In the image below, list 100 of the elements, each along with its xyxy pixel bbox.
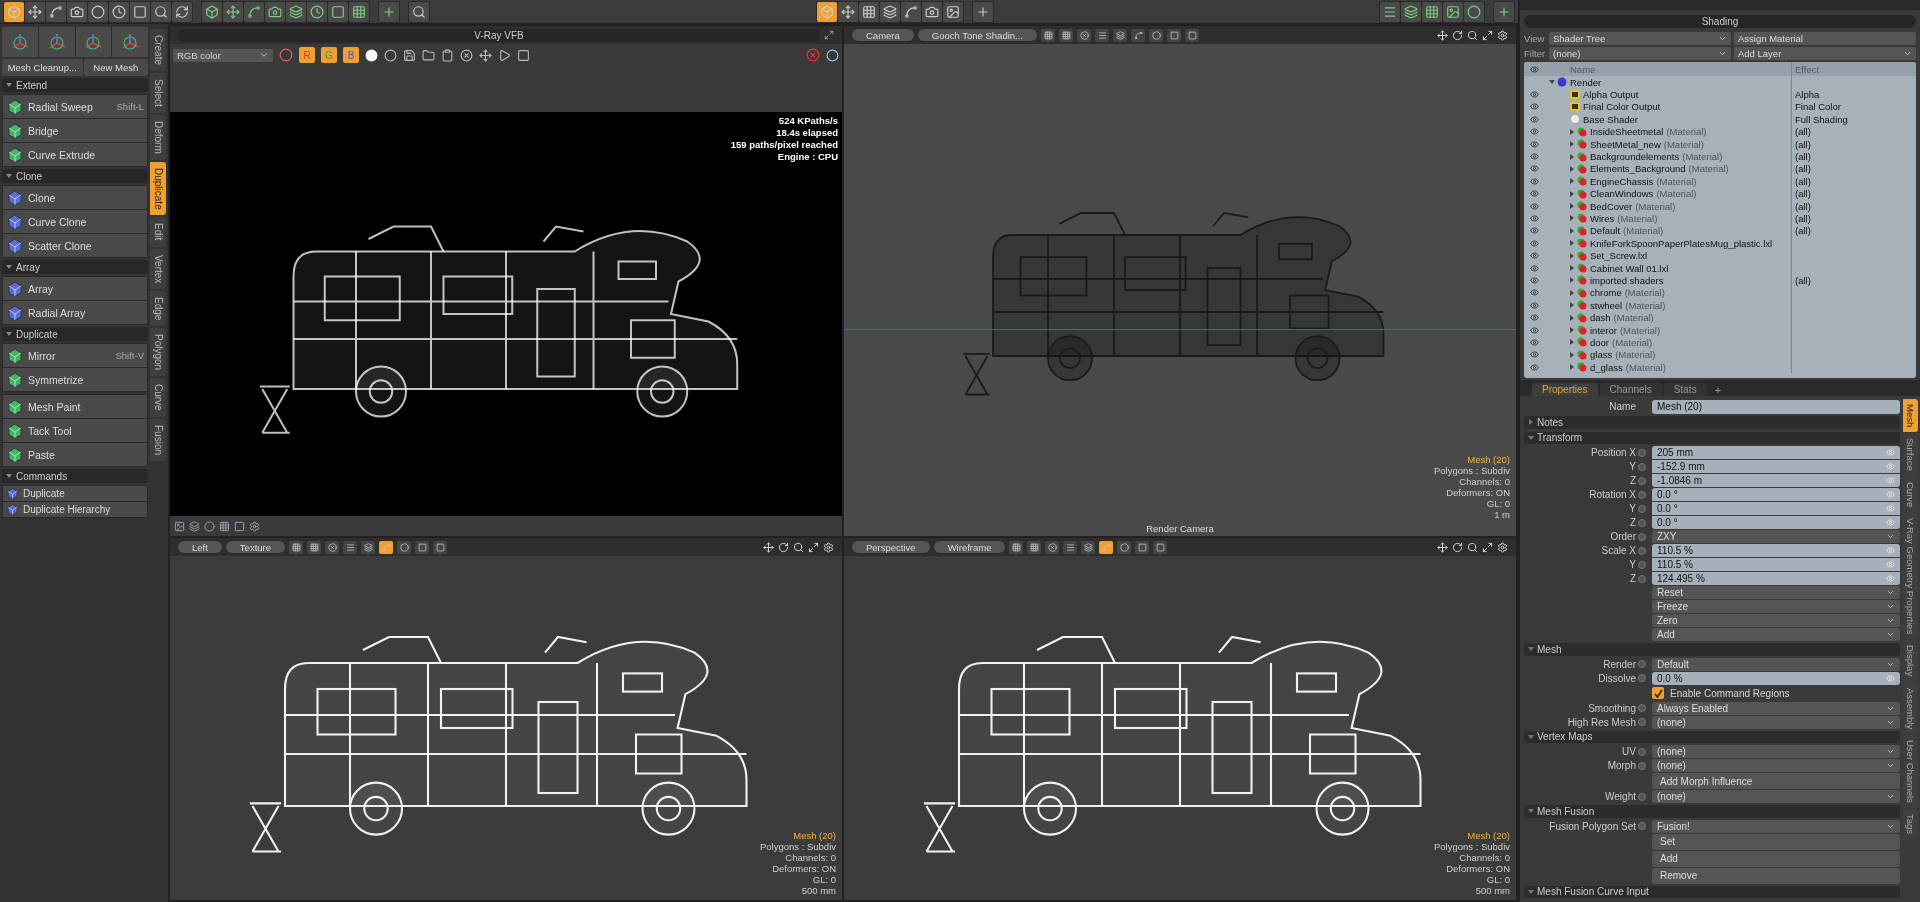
keyframe-dot-icon[interactable] (1638, 476, 1646, 485)
keyframe-dot-icon[interactable] (1638, 704, 1646, 712)
add-icon[interactable] (1494, 1, 1514, 22)
dropdown-field[interactable]: Fusion! (1652, 819, 1900, 833)
panel-tab[interactable]: Channels (1599, 383, 1662, 396)
transform-mode-button[interactable] (112, 27, 148, 57)
view-control-icon[interactable] (1497, 29, 1508, 41)
tool-mode-icon[interactable] (130, 1, 150, 22)
shader-tree-row[interactable]: dash (Material) (1524, 311, 1916, 324)
toolbox-tab[interactable]: Create (150, 29, 166, 71)
tool-button[interactable]: Duplicate (3, 486, 147, 501)
expand-arrow-icon[interactable] (1570, 153, 1574, 160)
dropdown-field[interactable]: (none) (1652, 790, 1900, 803)
expand-arrow-icon[interactable] (1570, 227, 1574, 234)
layout-icon[interactable] (942, 1, 963, 22)
visibility-eye-icon[interactable] (1530, 201, 1539, 211)
toolbar-icon[interactable] (1380, 1, 1400, 22)
property-section-header[interactable]: Transform (1524, 431, 1900, 444)
toolbar-icon[interactable] (286, 1, 306, 22)
visibility-eye-icon[interactable] (1530, 114, 1539, 124)
viewport-tool-icon[interactable] (1167, 28, 1181, 42)
shader-tree-row[interactable]: Elements_Background (Material) (all) (1524, 162, 1916, 176)
expand-arrow-icon[interactable] (1570, 128, 1574, 135)
expand-arrow-icon[interactable] (1570, 165, 1574, 172)
viewport-tool-icon[interactable] (1135, 540, 1150, 554)
visibility-eye-icon[interactable] (1530, 251, 1539, 261)
tool-button[interactable]: Mesh Paint (3, 395, 147, 418)
vfb-tool-icon[interactable] (460, 48, 473, 62)
viewport-option-button[interactable]: Perspective (852, 541, 930, 553)
visibility-eye-icon[interactable] (1530, 263, 1539, 273)
side-tab[interactable]: Assembly (1903, 682, 1918, 734)
view-control-icon[interactable] (823, 541, 834, 553)
side-tab[interactable]: Mesh (1903, 399, 1918, 433)
keyframe-dot-icon[interactable] (1638, 822, 1646, 830)
visibility-eye-icon[interactable] (1530, 350, 1539, 360)
vfb-footer-icon[interactable] (174, 520, 185, 532)
viewport-option-button[interactable]: Left (178, 541, 222, 553)
toolbar-icon[interactable] (202, 1, 222, 22)
visibility-eye-icon[interactable] (1530, 139, 1539, 149)
tool-button[interactable]: Duplicate Hierarchy (3, 502, 147, 517)
panel-tab[interactable]: Properties (1532, 383, 1598, 396)
panel-tab[interactable]: Stats (1663, 383, 1707, 396)
view-control-icon[interactable] (1482, 29, 1493, 41)
shader-tree-row[interactable]: Cabinet Wall 01.lxl (1524, 261, 1916, 275)
shader-tree-row[interactable]: glass (Material) (1524, 348, 1916, 361)
view-control-icon[interactable] (1437, 541, 1448, 553)
tool-button[interactable]: Radial Array (3, 301, 147, 324)
add-icon[interactable] (972, 1, 993, 22)
layout-icon[interactable] (921, 1, 942, 22)
view-control-icon[interactable] (1467, 29, 1478, 41)
expand-arrow-icon[interactable] (1570, 277, 1574, 284)
mesh-action-button[interactable]: Mesh Cleanup... (2, 59, 83, 76)
viewport-tool-icon[interactable] (1095, 28, 1109, 42)
shader-tree-row[interactable]: Base Shader Full Shading (1524, 113, 1916, 126)
view-control-icon[interactable] (1452, 541, 1463, 553)
viewport-tool-icon[interactable] (1117, 540, 1132, 554)
property-button[interactable]: Add (1652, 850, 1900, 867)
toolbox-tab[interactable]: Select (150, 73, 166, 113)
keyframe-dot-icon[interactable] (1638, 792, 1646, 801)
value-field[interactable]: 0.0 ° (1652, 502, 1900, 515)
view-control-icon[interactable] (1497, 541, 1508, 553)
section-header[interactable]: Commands (2, 469, 148, 483)
vfb-footer-icon[interactable] (249, 520, 260, 532)
transform-mode-button[interactable] (2, 27, 38, 57)
keyframe-dot-icon[interactable] (1638, 761, 1646, 770)
visibility-eye-icon[interactable] (1530, 226, 1539, 236)
keyframe-dot-icon[interactable] (1638, 462, 1646, 471)
visibility-eye-icon[interactable] (1530, 90, 1539, 100)
toolbar-icon[interactable] (328, 1, 348, 22)
view-control-icon[interactable] (1482, 541, 1493, 553)
tool-mode-icon[interactable] (67, 1, 87, 22)
keyframe-dot-icon[interactable] (1638, 674, 1646, 682)
toolbox-tab[interactable]: Polygon (150, 328, 166, 377)
toolbar-icon[interactable] (223, 1, 243, 22)
property-section-header[interactable]: Mesh Fusion Curve Input (1524, 885, 1900, 898)
dropdown-field[interactable]: (none) (1652, 745, 1900, 758)
value-field[interactable]: 110.5 % (1652, 558, 1900, 571)
viewport-tool-icon[interactable] (1153, 540, 1168, 554)
expand-arrow-icon[interactable] (1570, 339, 1574, 346)
tool-button[interactable]: Curve Extrude (3, 143, 147, 166)
visibility-eye-icon[interactable] (1530, 300, 1539, 310)
tool-mode-icon[interactable] (88, 1, 108, 22)
viewport-tool-icon[interactable] (415, 540, 429, 554)
visibility-eye-icon[interactable] (1530, 288, 1539, 298)
viewport-tool-icon[interactable] (433, 540, 447, 554)
expand-arrow-icon[interactable] (1528, 889, 1534, 894)
view-control-icon[interactable] (1437, 29, 1448, 41)
dropdown-field[interactable]: (none) (1652, 715, 1900, 729)
section-header[interactable]: Array (2, 260, 148, 274)
property-section-header[interactable]: Mesh Fusion (1524, 805, 1900, 818)
vfb-tool-icon[interactable] (403, 48, 416, 62)
tool-button[interactable]: Bridge (3, 119, 147, 142)
toolbox-tab[interactable]: Edge (150, 290, 166, 327)
keyframe-dot-icon[interactable] (1638, 532, 1646, 541)
expand-arrow-icon[interactable] (1570, 314, 1574, 321)
toolbar-icon[interactable] (1422, 1, 1442, 22)
layout-icon[interactable] (837, 1, 858, 22)
expand-arrow-icon[interactable] (1570, 178, 1574, 185)
shader-tree-row[interactable]: Backgroundelements (Material) (all) (1524, 150, 1916, 163)
property-section-header[interactable]: Notes (1524, 416, 1900, 429)
